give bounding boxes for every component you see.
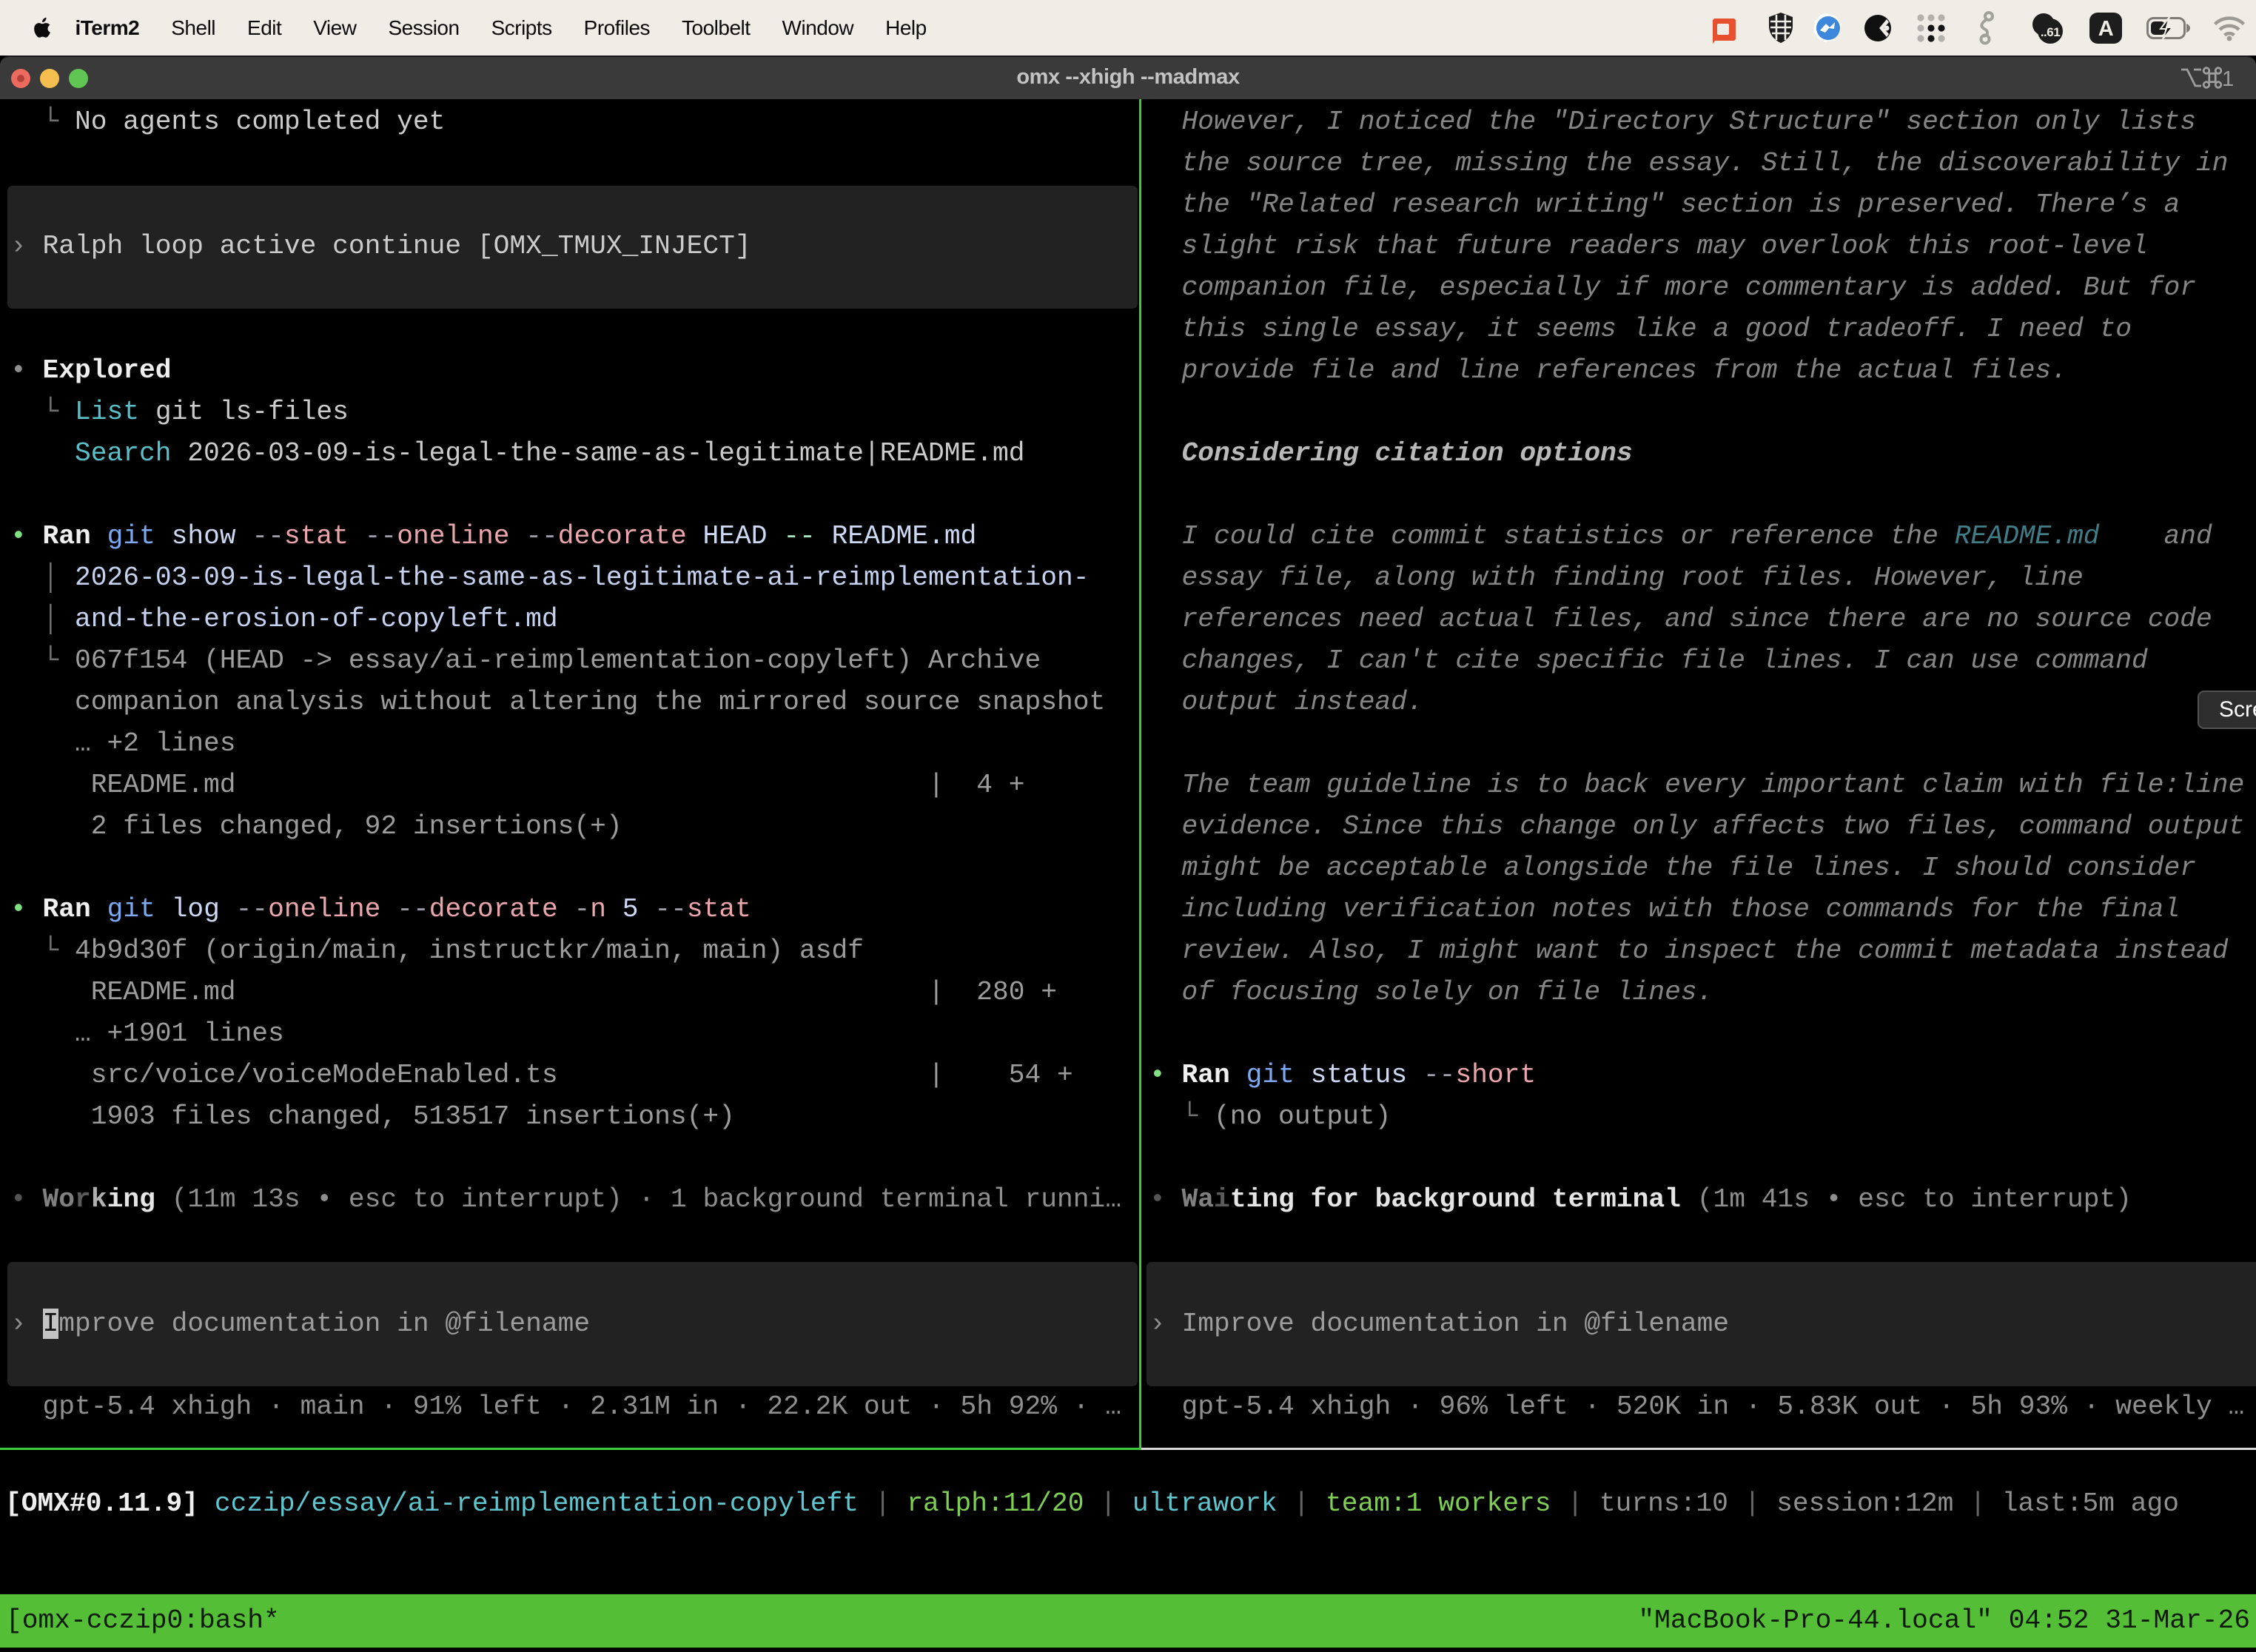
- svg-text:..61: ..61: [2041, 25, 2060, 39]
- svg-text:A: A: [2098, 17, 2114, 41]
- svg-text:1: 1: [2222, 67, 2234, 90]
